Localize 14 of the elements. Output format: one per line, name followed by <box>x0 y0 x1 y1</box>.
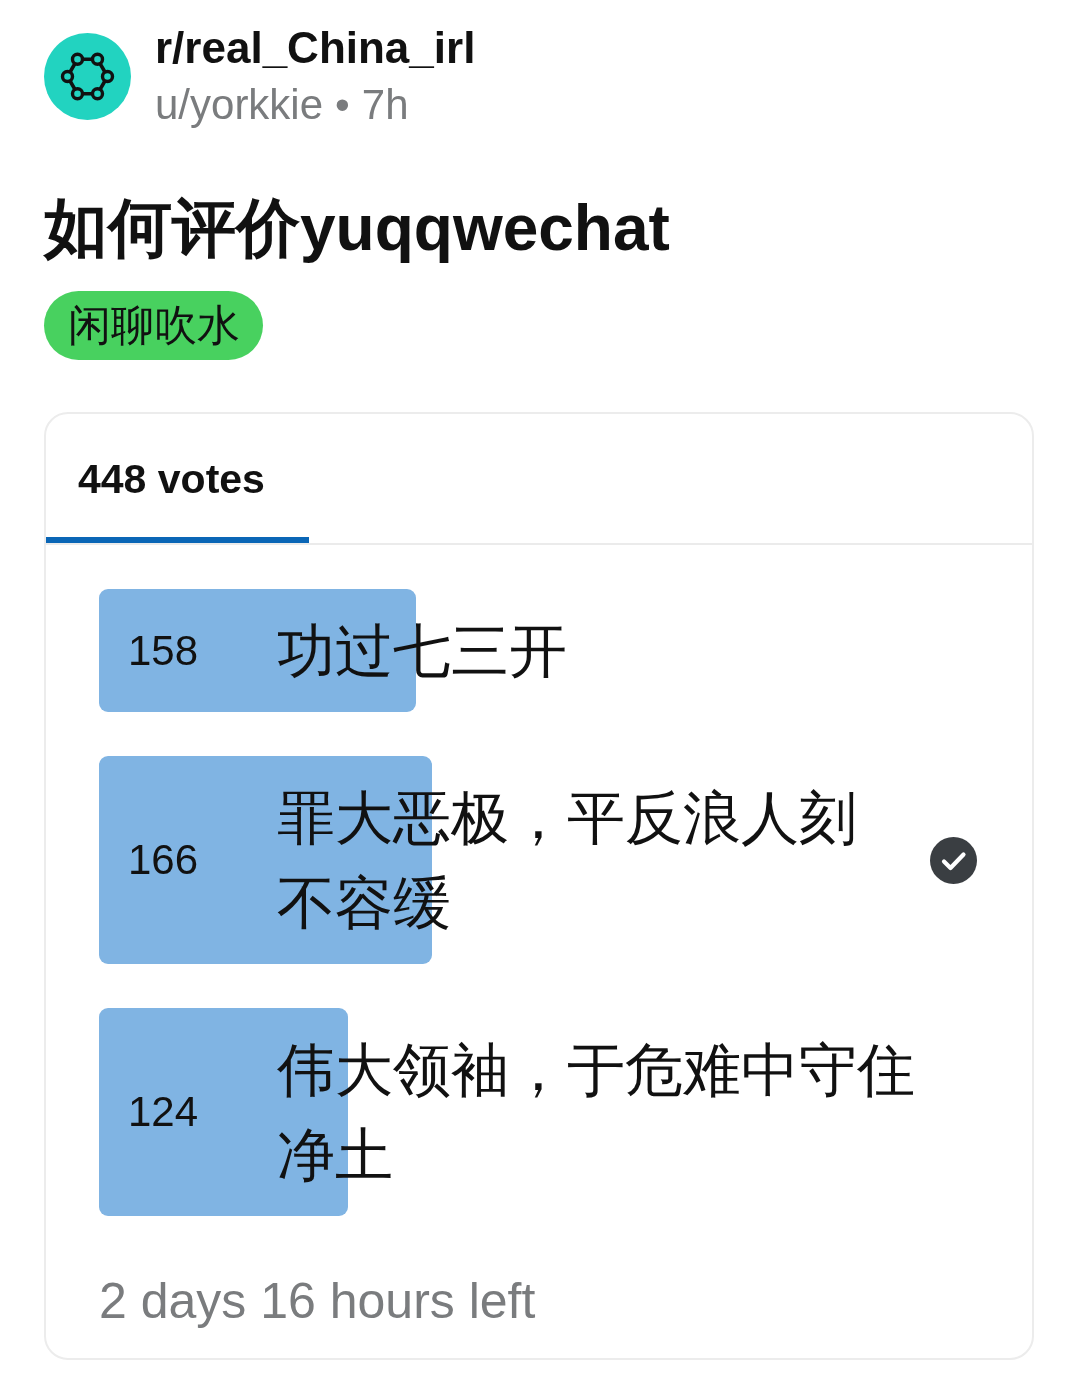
node-ring-icon <box>44 33 131 120</box>
post-title: 如何评价yuqqwechat <box>44 191 670 266</box>
vote-count: 124 <box>128 1088 199 1135</box>
post-age: 7h <box>361 80 409 130</box>
author-link[interactable]: u/yorkkie <box>155 80 324 130</box>
vote-count: 158 <box>128 626 199 674</box>
option-label: 功过七三开 <box>277 617 568 685</box>
flair-tag: 闲聊吹水 <box>44 291 263 360</box>
option-label: 伟大领袖，于危难中守住净土 <box>277 1036 916 1189</box>
meta-separator: • <box>335 80 350 130</box>
vote-count: 166 <box>128 836 199 883</box>
community-name[interactable]: r/real_China_irl <box>155 23 476 73</box>
votes-tab[interactable]: 448 votes <box>46 414 309 543</box>
time-left: 2 days 16 hours left <box>99 1273 536 1329</box>
